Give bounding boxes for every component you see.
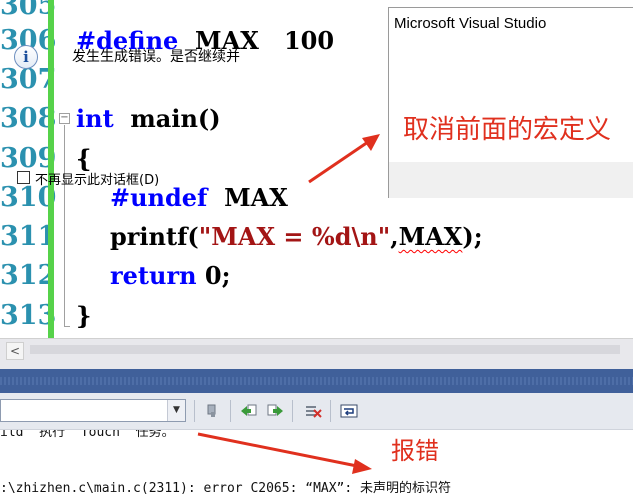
go-to-next-button[interactable] xyxy=(264,400,286,422)
go-to-previous-button[interactable] xyxy=(238,400,260,422)
toolbar-separator xyxy=(230,400,231,422)
printf-comma: , xyxy=(390,222,399,251)
previous-message-icon xyxy=(241,404,257,416)
undeclared-identifier: MAX xyxy=(398,222,463,251)
find-message-button[interactable] xyxy=(202,400,224,422)
dont-show-again-checkbox[interactable] xyxy=(17,171,30,184)
code-line-main[interactable]: int main() xyxy=(76,99,221,138)
dialog-title: Microsoft Visual Studio xyxy=(394,15,547,32)
clear-all-icon xyxy=(306,406,322,418)
output-window[interactable]: ild" 执行 "Touch" 任务。 :\zhizhen.c\main.c(2… xyxy=(0,430,633,504)
code-line-printf[interactable]: printf("MAX = %d\n",MAX); xyxy=(110,217,483,256)
titlebar-grip xyxy=(0,377,633,385)
main-signature: main() xyxy=(130,104,221,133)
output-line: ild" 执行 "Touch" 任务。 xyxy=(0,430,175,440)
clear-all-button[interactable] xyxy=(302,400,324,422)
horizontal-scrollbar[interactable]: < xyxy=(0,338,633,361)
undef-macro-name: MAX xyxy=(224,183,288,212)
return-keyword: return xyxy=(110,261,197,290)
word-wrap-icon xyxy=(340,404,358,418)
printf-end: ); xyxy=(462,222,483,251)
code-line-close-brace[interactable]: } xyxy=(76,296,91,335)
info-icon: i xyxy=(14,45,38,69)
error-annotation: 报错 xyxy=(391,437,439,465)
next-message-icon xyxy=(267,404,283,416)
toolbar-separator xyxy=(292,400,293,422)
panel-splitter[interactable] xyxy=(0,361,633,369)
line-number: 312 xyxy=(0,260,57,291)
dialog-message: 发生生成错误。是否继续并 xyxy=(72,49,240,65)
find-icon xyxy=(207,404,216,417)
chevron-down-icon[interactable]: ▼ xyxy=(167,400,185,421)
vs-message-dialog: Microsoft Visual Studio xyxy=(388,7,633,198)
collapse-toggle[interactable]: − xyxy=(59,113,70,124)
line-number: 313 xyxy=(0,300,57,331)
macro-value: 100 xyxy=(283,26,335,55)
toolbar-separator xyxy=(330,400,331,422)
line-number: 308 xyxy=(0,103,57,134)
error-output-line[interactable]: :\zhizhen.c\main.c(2311): error C2065: “… xyxy=(0,477,451,496)
toggle-word-wrap-button[interactable] xyxy=(338,400,360,422)
outline-guide-end xyxy=(64,326,70,327)
printf-call: printf( xyxy=(110,222,199,251)
output-source-dropdown[interactable]: ▼ xyxy=(0,399,186,422)
format-string: "MAX = %d\n" xyxy=(198,222,391,251)
int-keyword: int xyxy=(76,104,114,133)
toolbar-separator xyxy=(194,400,195,422)
dialog-annotation: 取消前面的宏定义 xyxy=(403,115,612,145)
scroll-left-icon[interactable]: < xyxy=(6,342,24,360)
code-line-return[interactable]: return 0; xyxy=(110,256,230,295)
return-value: 0; xyxy=(204,261,231,290)
scrollbar-track[interactable] xyxy=(30,345,620,354)
close-brace: } xyxy=(76,301,92,330)
outline-guide xyxy=(64,125,65,327)
dont-show-again-label[interactable]: 不再显示此对话框(D) xyxy=(35,169,159,188)
line-number: 311 xyxy=(0,221,57,252)
dialog-footer xyxy=(389,162,633,198)
